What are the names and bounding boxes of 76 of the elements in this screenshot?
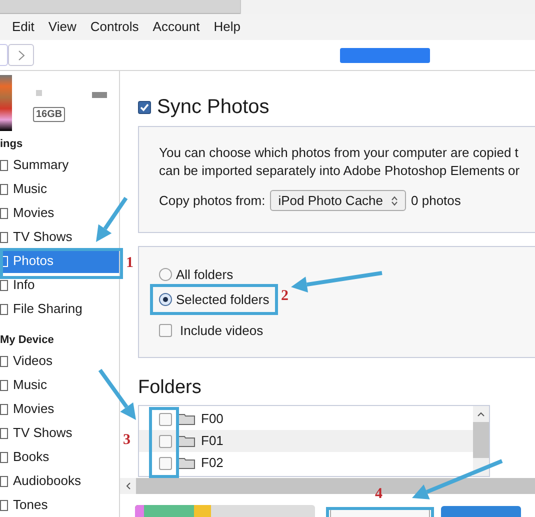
indicator (36, 90, 42, 96)
checkbox[interactable] (159, 324, 172, 337)
copy-label: Copy photos from: (159, 192, 266, 210)
menu-item[interactable]: Controls (90, 17, 139, 37)
sidebar-item[interactable]: Music (0, 177, 119, 201)
square-icon (0, 256, 8, 266)
square-icon (0, 404, 8, 414)
chevron-right-icon (18, 50, 24, 60)
square-icon (0, 184, 8, 194)
option-label: Selected folders (176, 290, 270, 309)
folder-row[interactable]: F01 (139, 430, 473, 452)
square-icon (0, 232, 8, 242)
sidebar-item[interactable]: Movies (0, 201, 119, 225)
sidebar-item[interactable]: Summary (0, 153, 119, 177)
square-icon (0, 304, 8, 314)
source-dropdown[interactable]: iPod Photo Cache (270, 190, 406, 211)
folder-icon (178, 435, 195, 447)
scroll-thumb[interactable] (473, 422, 489, 458)
square-icon (0, 356, 8, 366)
section-heading: ings (0, 137, 24, 152)
highlight-frame (149, 407, 179, 478)
description-text: You can choose which photos from your computer are copied t (159, 144, 520, 162)
description-text: can be imported separately into Adobe Photoshop Elements or (159, 162, 521, 180)
square-icon (0, 208, 8, 218)
arrow (96, 196, 128, 242)
square-icon (0, 500, 8, 510)
sidebar-item[interactable]: File Sharing (0, 297, 119, 321)
device-image (0, 75, 12, 131)
square-icon (0, 452, 8, 462)
capacity-badge: 16GB (33, 107, 66, 122)
back-button[interactable] (0, 44, 8, 66)
checkbox[interactable] (159, 412, 172, 426)
arrow (98, 368, 136, 420)
sidebar-item[interactable]: Books (0, 445, 119, 469)
section-title: Sync Photos (157, 95, 270, 119)
section-heading: My Device (0, 333, 55, 348)
sidebar-item[interactable]: Videos (0, 349, 119, 373)
sidebar-item[interactable]: Tones (0, 493, 119, 517)
photo-count: 0 photos (411, 192, 461, 210)
vertical-scrollbar[interactable] (473, 406, 489, 476)
menu-item[interactable]: Help (214, 17, 241, 37)
sidebar-item[interactable]: TV Shows (0, 421, 119, 445)
sidebar-item[interactable]: Audiobooks (0, 469, 119, 493)
forward-button[interactable] (8, 44, 34, 66)
chevron-up-icon (477, 412, 485, 417)
square-icon (0, 428, 8, 438)
chevron-left-icon (126, 482, 130, 490)
folder-row[interactable]: F02 (139, 452, 473, 474)
option-label: All folders (176, 266, 234, 284)
menu-item[interactable]: Account (152, 17, 200, 37)
checkbox[interactable] (159, 434, 172, 448)
square-icon (0, 280, 8, 290)
sidebar-item[interactable]: Movies (0, 397, 119, 421)
indicator (92, 92, 107, 98)
folder-icon (178, 457, 195, 469)
folder-row[interactable]: F00 (139, 408, 473, 430)
folder-icon (178, 413, 195, 425)
step-number: 2 (281, 288, 288, 304)
sidebar-item[interactable]: TV Shows (0, 225, 119, 249)
checkbox[interactable] (159, 456, 172, 470)
step-number: 1 (126, 255, 134, 271)
radio-button[interactable] (159, 268, 172, 281)
menu-item[interactable]: View (48, 17, 76, 37)
checkbox[interactable] (138, 100, 151, 114)
sidebar-item[interactable]: Music (0, 373, 119, 397)
menu-item[interactable]: Edit (12, 17, 34, 37)
square-icon (0, 476, 8, 486)
step-number: 3 (123, 432, 130, 448)
up-down-chevron-icon (391, 196, 398, 206)
option-label: Include videos (180, 322, 264, 340)
radio-button[interactable] (159, 293, 172, 306)
folders-title: Folders (138, 376, 202, 400)
square-icon (0, 380, 8, 390)
square-icon (0, 160, 8, 170)
step-number: 4 (375, 486, 382, 502)
sidebar-item[interactable]: Info (0, 273, 119, 297)
